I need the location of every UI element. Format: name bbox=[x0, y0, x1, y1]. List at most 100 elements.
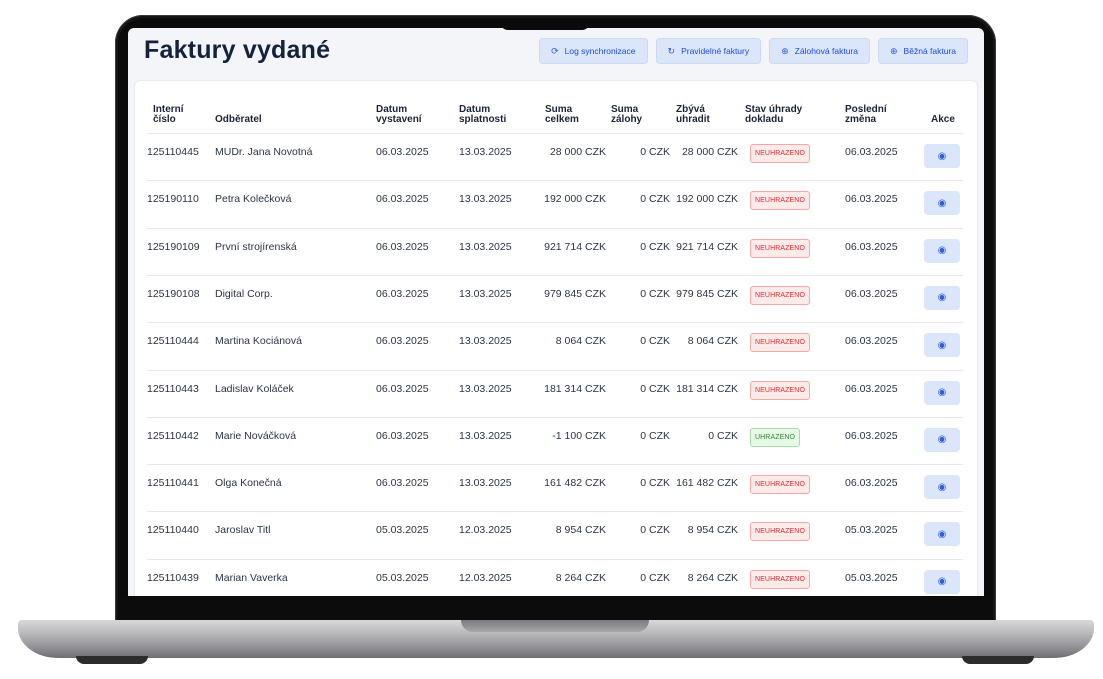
cell-internal-number: 125190108 bbox=[147, 287, 200, 300]
eye-icon: ◉ bbox=[937, 339, 947, 351]
recurring-invoices-label: Pravidelné faktury bbox=[681, 46, 750, 56]
cell-issue-date: 06.03.2025 bbox=[376, 240, 429, 253]
header-customer[interactable]: Odběratel bbox=[215, 115, 262, 125]
header-issue-date[interactable]: Datum vystavení bbox=[376, 105, 422, 125]
cell-internal-number: 125190110 bbox=[147, 193, 199, 206]
eye-icon: ◉ bbox=[937, 245, 947, 257]
cell-issue-date: 05.03.2025 bbox=[376, 571, 429, 584]
header-line: celkem bbox=[545, 114, 579, 125]
header-line: splatnosti bbox=[459, 114, 507, 125]
cell-customer: Jaroslav Titl bbox=[215, 524, 271, 537]
invoices-table: Interní číslo Odběratel Datum vystavení … bbox=[134, 80, 978, 596]
cell-due-date: 13.03.2025 bbox=[459, 193, 512, 206]
view-invoice-button[interactable]: ◉ bbox=[924, 285, 960, 310]
view-invoice-button[interactable]: ◉ bbox=[924, 475, 960, 500]
view-invoice-button[interactable]: ◉ bbox=[924, 569, 960, 594]
cell-total: 192 000 CZK bbox=[544, 193, 606, 206]
cell-total: 8 064 CZK bbox=[555, 335, 606, 348]
status-badge: NEUHRAZENO bbox=[750, 285, 811, 305]
status-badge: NEUHRAZENO bbox=[750, 144, 811, 163]
cell-last-change: 06.03.2025 bbox=[845, 240, 898, 253]
view-invoice-button[interactable]: ◉ bbox=[924, 522, 960, 547]
cell-last-change: 06.03.2025 bbox=[845, 335, 898, 348]
cell-advance: 0 CZK bbox=[640, 193, 670, 206]
cell-due-date: 13.03.2025 bbox=[459, 335, 512, 348]
cell-advance: 0 CZK bbox=[640, 146, 670, 158]
cell-customer: Digital Corp. bbox=[215, 287, 273, 300]
regular-invoice-label: Běžná faktura bbox=[903, 46, 956, 56]
advance-invoice-button[interactable]: ⊕ Zálohová faktura bbox=[769, 38, 870, 64]
cell-issue-date: 06.03.2025 bbox=[376, 477, 429, 490]
table-row[interactable]: 125110439 Marian Vaverka 05.03.2025 12.03.2… bbox=[147, 558, 963, 596]
header-line: Odběratel bbox=[215, 114, 262, 125]
header-line: Akce bbox=[931, 114, 955, 125]
cell-customer: Olga Konečná bbox=[215, 477, 282, 490]
camera-notch bbox=[500, 18, 590, 30]
table-row[interactable]: 125110443 Ladislav Koláček 06.03.2025 13.03… bbox=[147, 369, 963, 418]
cell-due-date: 13.03.2025 bbox=[459, 429, 512, 442]
sync-icon: ⟳ bbox=[551, 45, 559, 56]
cell-internal-number: 125110440 bbox=[147, 524, 199, 537]
table-row[interactable]: 125190108 Digital Corp. 06.03.2025 13.03.20… bbox=[147, 274, 963, 323]
cell-total: 979 845 CZK bbox=[544, 287, 606, 300]
header-due-date[interactable]: Datum splatnosti bbox=[459, 105, 506, 125]
eye-icon: ◉ bbox=[937, 150, 947, 162]
header-last-change[interactable]: Poslední změna bbox=[845, 105, 887, 125]
table-row[interactable]: 125110440 Jaroslav Titl 05.03.2025 12.03.20… bbox=[147, 511, 963, 559]
header-remaining[interactable]: Zbývá uhradit bbox=[676, 105, 710, 125]
refresh-icon: ↻ bbox=[667, 45, 676, 56]
eye-icon: ◉ bbox=[937, 434, 947, 446]
cell-customer: První strojírenská bbox=[215, 240, 297, 253]
status-badge: NEUHRAZENO bbox=[750, 238, 811, 258]
cell-issue-date: 06.03.2025 bbox=[376, 287, 429, 300]
cell-due-date: 12.03.2025 bbox=[459, 571, 512, 584]
view-invoice-button[interactable]: ◉ bbox=[924, 144, 960, 168]
status-badge: NEUHRAZENO bbox=[750, 522, 811, 542]
header-line: číslo bbox=[153, 114, 176, 125]
cell-remaining: 8 954 CZK bbox=[687, 524, 738, 537]
cell-last-change: 05.03.2025 bbox=[845, 524, 898, 537]
cell-due-date: 12.03.2025 bbox=[459, 524, 512, 537]
header-advance[interactable]: Suma zálohy bbox=[611, 105, 642, 125]
log-sync-button[interactable]: ⟳ Log synchronizace bbox=[539, 38, 648, 64]
laptop-opening-groove bbox=[461, 620, 649, 632]
table-row[interactable]: 125190110 Petra Kolečková 06.03.2025 13.03.… bbox=[147, 180, 963, 228]
cell-internal-number: 125110444 bbox=[147, 335, 199, 348]
cell-last-change: 06.03.2025 bbox=[845, 287, 898, 300]
eye-icon: ◉ bbox=[937, 576, 947, 588]
regular-invoice-button[interactable]: ⊕ Běžná faktura bbox=[878, 38, 968, 64]
view-invoice-button[interactable]: ◉ bbox=[924, 333, 960, 358]
header-payment-status[interactable]: Stav úhrady dokladu bbox=[745, 105, 802, 125]
table-row[interactable]: 125110441 Olga Konečná 06.03.2025 13.03.202… bbox=[147, 464, 963, 512]
view-invoice-button[interactable]: ◉ bbox=[924, 427, 960, 452]
table-row[interactable]: 125110444 Martina Kociánová 06.03.2025 13.0… bbox=[147, 322, 963, 370]
cell-remaining: 192 000 CZK bbox=[676, 193, 738, 206]
cell-remaining: 161 482 CZK bbox=[676, 477, 738, 490]
advance-invoice-label: Zálohová faktura bbox=[794, 46, 858, 56]
view-invoice-button[interactable]: ◉ bbox=[924, 191, 960, 216]
cell-issue-date: 06.03.2025 bbox=[376, 429, 429, 442]
cell-advance: 0 CZK bbox=[640, 240, 670, 253]
cell-remaining: 28 000 CZK bbox=[681, 146, 738, 158]
table-row[interactable]: 125110442 Marie Nováčková 06.03.2025 13.03.… bbox=[147, 416, 963, 465]
recurring-invoices-button[interactable]: ↻ Pravidelné faktury bbox=[655, 38, 762, 64]
cell-total: 161 482 CZK bbox=[544, 477, 606, 490]
eye-icon: ◉ bbox=[937, 387, 947, 398]
cell-total: 181 314 CZK bbox=[544, 382, 606, 395]
laptop-bottom-bezel bbox=[118, 596, 993, 620]
cell-total: -1 100 CZK bbox=[552, 429, 606, 442]
cell-internal-number: 125110442 bbox=[147, 429, 199, 442]
cell-customer: Ladislav Koláček bbox=[215, 382, 294, 395]
cell-due-date: 13.03.2025 bbox=[459, 240, 512, 253]
view-invoice-button[interactable]: ◉ bbox=[924, 380, 960, 405]
cell-remaining: 0 CZK bbox=[708, 429, 738, 442]
table-row[interactable]: 125110445 MUDr. Jana Novotná 06.03.2025 13.… bbox=[147, 133, 963, 181]
status-badge: NEUHRAZENO bbox=[750, 333, 811, 353]
cell-internal-number: 125110439 bbox=[147, 571, 199, 584]
header-line: vystavení bbox=[376, 114, 422, 125]
header-internal-number[interactable]: Interní číslo bbox=[153, 105, 184, 125]
table-row[interactable]: 125190109 První strojírenská 06.03.2025 13.… bbox=[147, 227, 963, 276]
eye-icon: ◉ bbox=[937, 481, 947, 493]
header-total[interactable]: Suma celkem bbox=[545, 105, 579, 125]
view-invoice-button[interactable]: ◉ bbox=[924, 238, 960, 263]
